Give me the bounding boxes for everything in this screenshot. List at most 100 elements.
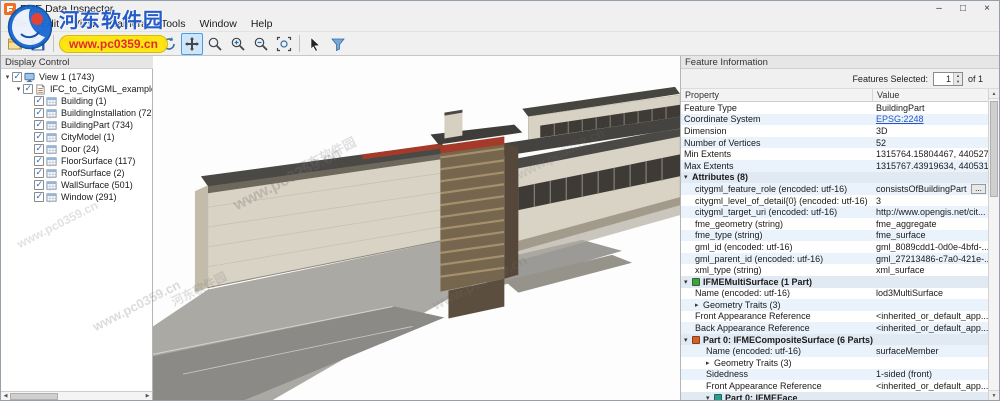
- scroll-left-icon[interactable]: ◀: [1, 392, 10, 401]
- table-row[interactable]: fme_geometry (string) fme_aggregate: [681, 218, 988, 230]
- view-3d[interactable]: [153, 56, 680, 400]
- background-map-icon: [108, 37, 122, 50]
- tree-item[interactable]: FloorSurface (117): [1, 155, 152, 167]
- tree-item[interactable]: Door (24): [1, 143, 152, 155]
- tree-item[interactable]: BuildingInstallation (72): [1, 107, 152, 119]
- table-row[interactable]: ▾ IFMEMultiSurface (1 Part): [681, 275, 988, 288]
- zoom-tool-button[interactable]: [204, 33, 226, 55]
- scroll-down-icon[interactable]: ▼: [989, 390, 999, 400]
- zoom-in-button[interactable]: [227, 33, 249, 55]
- column-property[interactable]: Property: [681, 89, 873, 101]
- expand-icon[interactable]: ▾: [706, 394, 714, 400]
- zoom-extents-button[interactable]: [273, 33, 295, 55]
- select-tool-button[interactable]: [304, 33, 326, 55]
- visibility-checkbox[interactable]: [34, 179, 44, 190]
- filter-tool-button[interactable]: [327, 33, 349, 55]
- table-view-button[interactable]: [58, 33, 80, 55]
- scrollbar-thumb[interactable]: [10, 392, 58, 400]
- table-row[interactable]: ▾ Part 0: IFMEFace: [681, 391, 988, 400]
- visibility-checkbox[interactable]: [23, 83, 33, 94]
- spinner-down-icon[interactable]: ▼: [953, 78, 962, 85]
- expand-icon[interactable]: ▾: [684, 173, 692, 181]
- vertical-scrollbar[interactable]: ▲ ▼: [988, 89, 999, 400]
- table-row[interactable]: ▾ Attributes (8): [681, 171, 988, 184]
- table-row[interactable]: Name (encoded: utf-16) surfaceMember: [681, 345, 988, 358]
- pan-tool-button[interactable]: [181, 32, 203, 55]
- open-folder-button[interactable]: [4, 33, 26, 55]
- tree-item[interactable]: ▾ IFC_to_CityGML_example_6_2: [1, 83, 152, 95]
- table-row[interactable]: citygml_feature_role (encoded: utf-16) c…: [681, 183, 988, 195]
- expand-icon[interactable]: ▸: [706, 359, 714, 367]
- visibility-checkbox[interactable]: [34, 191, 44, 202]
- visibility-checkbox[interactable]: [34, 95, 44, 106]
- orbit-tool-button[interactable]: [135, 33, 157, 55]
- expand-caret-icon[interactable]: ▾: [3, 73, 12, 81]
- expand-caret-icon[interactable]: ▾: [14, 85, 23, 93]
- menu-view[interactable]: View: [66, 17, 103, 32]
- table-row[interactable]: ▾ Part 0: IFMECompositeSurface (6 Parts): [681, 333, 988, 346]
- table-row[interactable]: Front Appearance Reference <inherited_or…: [681, 380, 988, 392]
- rotate-tool-button[interactable]: [158, 33, 180, 55]
- table-row[interactable]: Coordinate System EPSG:2248: [681, 113, 988, 126]
- table-row[interactable]: gml_id (encoded: utf-16) gml_8089cdd1-0d…: [681, 241, 988, 253]
- tree-item[interactable]: Building (1): [1, 95, 152, 107]
- feature-index-value[interactable]: 1: [934, 73, 953, 85]
- tree-item[interactable]: WallSurface (501): [1, 179, 152, 191]
- building-model[interactable]: [153, 56, 680, 400]
- menu-window[interactable]: Window: [192, 17, 243, 32]
- visibility-checkbox[interactable]: [34, 131, 44, 142]
- visibility-checkbox[interactable]: [34, 119, 44, 130]
- table-row[interactable]: Min Extents 1315764.15804467, 440527...: [681, 148, 988, 160]
- table-row[interactable]: Dimension 3D: [681, 125, 988, 137]
- visibility-checkbox[interactable]: [34, 155, 44, 166]
- table-row[interactable]: citygml_target_uri (encoded: utf-16) htt…: [681, 206, 988, 218]
- save-button[interactable]: [27, 33, 49, 55]
- table-row[interactable]: Number of Vertices 52: [681, 136, 988, 149]
- split-view-button[interactable]: [81, 33, 103, 55]
- ellipsis-button[interactable]: ...: [971, 183, 986, 194]
- tree-item[interactable]: RoofSurface (2): [1, 167, 152, 179]
- expand-icon[interactable]: ▸: [695, 301, 703, 309]
- table-row[interactable]: xml_type (string) xml_surface: [681, 264, 988, 276]
- expand-icon[interactable]: ▾: [684, 336, 692, 344]
- table-row[interactable]: Feature Type BuildingPart: [681, 102, 988, 114]
- minimize-button[interactable]: –: [927, 1, 951, 17]
- table-row[interactable]: ▸ Geometry Traits (3): [681, 299, 988, 311]
- table-row[interactable]: Back Appearance Reference <inherited_or_…: [681, 322, 988, 334]
- menu-tools[interactable]: Tools: [154, 17, 193, 32]
- table-row[interactable]: Name (encoded: utf-16) lod3MultiSurface: [681, 288, 988, 300]
- scrollbar-thumb[interactable]: [990, 101, 998, 197]
- horizontal-scrollbar[interactable]: ◀ ▶: [1, 391, 153, 400]
- tree-item[interactable]: BuildingPart (734): [1, 119, 152, 131]
- close-button[interactable]: ×: [975, 1, 999, 17]
- background-map-button[interactable]: [104, 33, 126, 55]
- expand-icon[interactable]: ▾: [684, 278, 692, 286]
- scroll-up-icon[interactable]: ▲: [989, 89, 999, 99]
- menu-edit[interactable]: Edit: [34, 17, 66, 32]
- tree-item[interactable]: Window (291): [1, 191, 152, 203]
- zoom-out-button[interactable]: [250, 33, 272, 55]
- maximize-button[interactable]: □: [951, 1, 975, 17]
- scroll-right-icon[interactable]: ▶: [143, 392, 152, 401]
- visibility-checkbox[interactable]: [34, 143, 44, 154]
- table-row[interactable]: Max Extents 1315767.43919634, 440531... …: [681, 159, 988, 172]
- table-row[interactable]: ▸ Geometry Traits (3): [681, 357, 988, 369]
- table-row[interactable]: fme_type (string) fme_surface: [681, 229, 988, 242]
- feature-index-spinner[interactable]: 1 ▲ ▼: [932, 71, 963, 86]
- split-view-icon: [85, 38, 99, 49]
- table-row[interactable]: gml_parent_id (encoded: utf-16) gml_2721…: [681, 252, 988, 265]
- menu-help[interactable]: Help: [244, 17, 280, 32]
- menu-file[interactable]: File: [3, 17, 34, 32]
- table-row[interactable]: Sidedness 1-sided (front): [681, 368, 988, 381]
- title-bar[interactable]: FME Data Inspector – □ ×: [1, 1, 999, 17]
- visibility-checkbox[interactable]: [12, 71, 22, 82]
- column-value[interactable]: Value: [873, 89, 988, 101]
- visibility-checkbox[interactable]: [34, 167, 44, 178]
- table-row[interactable]: Front Appearance Reference <inherited_or…: [681, 311, 988, 323]
- tree-item[interactable]: ▾ View 1 (1743): [1, 71, 152, 83]
- tree-item[interactable]: CityModel (1): [1, 131, 152, 143]
- menu-camera[interactable]: Camera: [103, 17, 154, 32]
- visibility-checkbox[interactable]: [34, 107, 44, 118]
- table-row[interactable]: citygml_level_of_detail{0} (encoded: utf…: [681, 195, 988, 207]
- property-name: Front Appearance Reference: [695, 311, 811, 322]
